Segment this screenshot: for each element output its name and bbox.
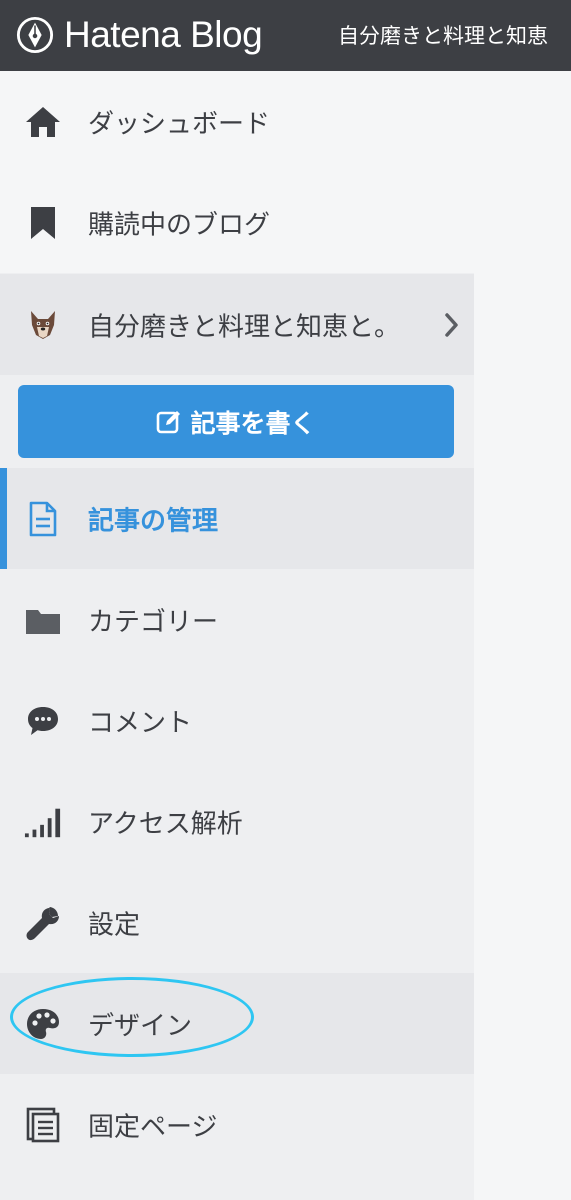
- edit-icon: [157, 410, 181, 433]
- sidebar-item-settings[interactable]: 設定: [0, 872, 474, 973]
- sidebar-item-subscribed[interactable]: 購読中のブログ: [0, 172, 474, 273]
- comment-icon: [24, 702, 62, 740]
- sidebar-item-blog[interactable]: 自分磨きと料理と知恵と。: [0, 274, 474, 375]
- sidebar-item-label: 設定: [88, 910, 141, 940]
- sidebar-item-manage-entries[interactable]: 記事の管理: [0, 468, 474, 569]
- top-bar: Hatena Blog 自分磨きと料理と知恵: [0, 0, 571, 71]
- sidebar-item-label: コメント: [88, 708, 193, 738]
- sidebar-item-label: 固定ページ: [88, 1112, 218, 1142]
- sidebar-item-label: 購読中のブログ: [88, 210, 271, 240]
- sidebar-item-dashboard[interactable]: ダッシュボード: [0, 71, 474, 172]
- bookmark-icon: [24, 204, 62, 242]
- sidebar-item-label: アクセス解析: [88, 809, 243, 839]
- sidebar-item-label: ダッシュボード: [88, 109, 271, 139]
- hatena-blog-logo[interactable]: Hatena Blog: [16, 12, 263, 58]
- sidebar-item-design[interactable]: デザイン: [0, 973, 474, 1074]
- pages-icon: [24, 1106, 62, 1144]
- sidebar-item-label: カテゴリー: [88, 607, 219, 637]
- sidebar-item-label: 記事の管理: [88, 506, 219, 536]
- sidebar-item-static-pages[interactable]: 固定ページ: [0, 1074, 474, 1175]
- home-icon: [24, 103, 62, 141]
- sidebar-item-label: 自分磨きと料理と知恵と。: [88, 312, 401, 342]
- signal-bars-icon: [24, 803, 62, 841]
- header-blog-title[interactable]: 自分磨きと料理と知恵: [338, 20, 548, 50]
- sidebar-item-comment[interactable]: コメント: [0, 670, 474, 771]
- dog-avatar-icon: [24, 306, 62, 344]
- sidebar-item-label: デザイン: [88, 1011, 193, 1041]
- logo-text: Hatena Blog: [64, 14, 263, 55]
- folder-icon: [24, 601, 62, 639]
- document-icon: [24, 500, 62, 538]
- wrench-icon: [24, 904, 62, 942]
- active-indicator: [0, 468, 7, 569]
- write-entry-button[interactable]: 記事を書く: [18, 385, 454, 458]
- write-button-label: 記事を書く: [190, 408, 316, 438]
- chevron-right-icon: [445, 312, 458, 337]
- pen-logo-icon: [16, 16, 54, 54]
- sidebar-item-analytics[interactable]: アクセス解析: [0, 771, 474, 872]
- sidebar-item-category[interactable]: カテゴリー: [0, 569, 474, 670]
- palette-icon: [24, 1005, 62, 1043]
